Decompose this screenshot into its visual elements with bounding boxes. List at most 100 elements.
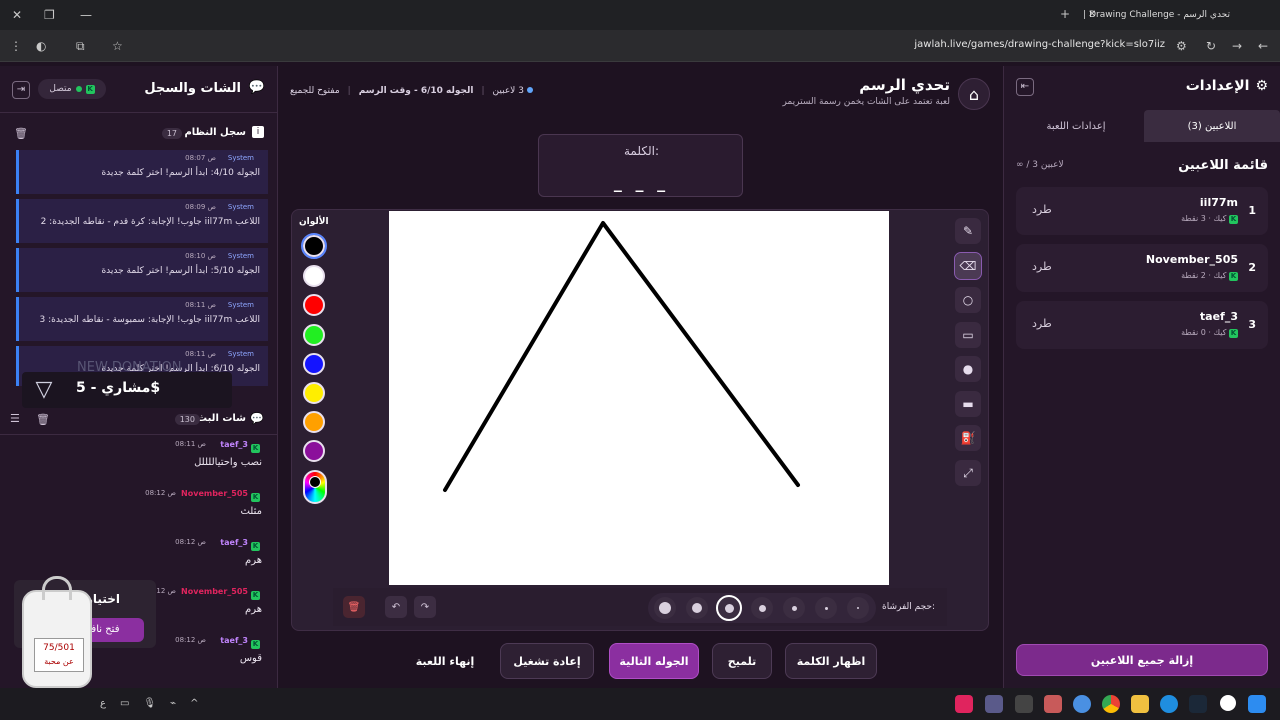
pen-tool-icon[interactable]: ✎ <box>955 218 981 244</box>
custom-color-picker[interactable] <box>303 470 327 504</box>
app-icon[interactable] <box>1044 695 1062 713</box>
color-swatch-white[interactable] <box>303 265 325 287</box>
brush-size-option-selected[interactable] <box>716 595 742 621</box>
brush-size-option[interactable] <box>751 597 773 619</box>
system-log-title: سجل النظام <box>184 127 246 138</box>
rect-outline-tool-icon[interactable]: ▭ <box>955 322 981 348</box>
forward-icon[interactable]: → <box>1232 40 1242 52</box>
app-icon[interactable] <box>1073 695 1091 713</box>
remove-all-players-button[interactable]: إزالة جميع اللاعبين <box>1016 644 1268 676</box>
redo-icon[interactable]: ↷ <box>414 596 436 618</box>
extensions-puzzle-icon[interactable]: ⧉ <box>76 40 85 52</box>
kick-player-button[interactable]: طرد <box>1032 203 1052 216</box>
player-rank: 3 <box>1248 318 1256 331</box>
url-field[interactable]: jawlah.live/games/drawing-challenge?kick… <box>914 39 1165 50</box>
end-game-button[interactable]: إنهاء اللعبة <box>400 643 490 679</box>
chat-username: taef_3 <box>220 636 248 645</box>
tab-game-settings[interactable]: إعدادات اللعبة <box>1008 110 1144 142</box>
brush-size-option[interactable] <box>783 597 805 619</box>
stream-chat-header: ☰ 🗑 💬 شات البث 130 <box>8 410 270 430</box>
fill-bucket-tool-icon[interactable]: ⛽ <box>955 425 981 451</box>
edge-app-icon[interactable] <box>1160 695 1178 713</box>
color-swatch-black[interactable] <box>301 233 327 259</box>
obs-app-icon[interactable] <box>1015 695 1033 713</box>
color-swatch-blue[interactable] <box>303 353 325 375</box>
brush-size-option[interactable] <box>847 597 869 619</box>
status-dot-icon <box>526 87 533 93</box>
message-time: 08:09 ص <box>185 203 216 211</box>
color-swatch-red[interactable] <box>303 294 325 316</box>
player-points: K كيك · 3 نقطة <box>1181 214 1238 224</box>
reload-icon[interactable]: ↻ <box>1206 40 1216 52</box>
trash-icon[interactable]: 🗑 <box>36 413 50 426</box>
message-text: الجوله 5/10: ابدأ الرسم! اختر كلمة جديدة <box>101 266 260 276</box>
chat-message: K November_505 08:12 ص مثلث <box>8 489 270 533</box>
minimize-window-icon[interactable]: — <box>80 9 92 21</box>
app-icon[interactable] <box>985 695 1003 713</box>
player-card: 1 iil77m K كيك · 3 نقطة طرد <box>1016 187 1268 235</box>
line-tool-icon[interactable]: ⤢ <box>955 460 981 486</box>
kick-logo-icon: K <box>251 444 260 453</box>
clear-canvas-icon[interactable]: 🗑 <box>343 596 365 618</box>
restart-button[interactable]: إعادة تشغيل <box>500 643 594 679</box>
browser-tab[interactable]: تحدي الرسم - Drawing Challenge | <box>1040 4 1230 26</box>
chrome-app-icon[interactable] <box>1102 695 1120 713</box>
restore-window-icon[interactable]: ❐ <box>44 9 55 21</box>
tray-up-arrow-icon[interactable]: ^ <box>190 698 198 709</box>
show-word-button[interactable]: اظهار الكلمة <box>785 643 877 679</box>
brush-size-option[interactable] <box>815 597 837 619</box>
brush-size-option[interactable] <box>654 597 676 619</box>
color-swatch-orange[interactable] <box>303 411 325 433</box>
address-bar: ⋮ ◐ ⧉ ☆ jawlah.live/games/drawing-challe… <box>0 30 1280 62</box>
circle-fill-tool-icon[interactable]: ● <box>955 356 981 382</box>
eraser-tool-icon[interactable]: ⌫ <box>954 252 982 280</box>
search-icon[interactable] <box>1220 695 1236 711</box>
windows-start-icon[interactable] <box>1248 695 1266 713</box>
color-swatch-purple[interactable] <box>303 440 325 462</box>
hint-button[interactable]: تلميح <box>712 643 772 679</box>
message-text: قوس <box>239 653 262 664</box>
language-indicator-icon[interactable]: ع <box>100 698 106 709</box>
rect-fill-tool-icon[interactable]: ▬ <box>955 391 981 417</box>
steam-app-icon[interactable] <box>1189 695 1207 713</box>
tiktok-app-icon[interactable] <box>955 695 973 713</box>
message-text: اللاعب iil77m جاوب! الإجابة: سمبوسة - نق… <box>39 315 260 325</box>
collapse-panel-icon[interactable]: ⇤ <box>1016 78 1034 96</box>
collapse-list-icon[interactable]: ☰ <box>10 412 20 425</box>
trash-icon[interactable]: 🗑 <box>14 127 28 140</box>
kick-player-button[interactable]: طرد <box>1032 317 1052 330</box>
circle-outline-tool-icon[interactable]: ○ <box>955 287 981 313</box>
brush-size-option[interactable] <box>686 597 708 619</box>
color-swatch-green[interactable] <box>303 324 325 346</box>
message-time: 08:07 ص <box>185 154 216 162</box>
drawn-stroke <box>443 221 800 492</box>
undo-icon[interactable]: ↶ <box>385 596 407 618</box>
extension-icon[interactable]: ◐ <box>36 40 46 52</box>
kick-logo-icon: K <box>251 542 260 551</box>
message-text: الجوله 4/10: ابدأ الرسم! اختر كلمة جديدة <box>101 168 260 178</box>
close-window-icon[interactable]: ✕ <box>12 9 22 21</box>
stream-chat-count: 130 <box>174 414 200 425</box>
drawing-canvas[interactable] <box>389 211 889 585</box>
network-icon: ⌁ <box>170 698 177 709</box>
current-color-icon <box>309 476 321 488</box>
settings-panel: الإعدادات ⚙ ⇤ إعدادات اللعبة اللاعبين (3… <box>1003 66 1280 688</box>
back-icon[interactable]: ← <box>1258 40 1268 52</box>
tab-players[interactable]: اللاعبين (3) <box>1144 110 1280 142</box>
kick-player-button[interactable]: طرد <box>1032 260 1052 273</box>
browser-tab-bar: ✕ ❐ — + ✕ تحدي الرسم - Drawing Challenge… <box>0 0 1280 30</box>
colors-label: الألوان <box>299 217 329 227</box>
player-name: iil77m <box>1199 196 1238 209</box>
collapse-chat-icon[interactable]: ⇥ <box>12 81 30 99</box>
file-explorer-icon[interactable] <box>1131 695 1149 713</box>
site-settings-icon[interactable]: ⚙ <box>1176 40 1187 52</box>
bookmark-star-icon[interactable]: ☆ <box>112 40 123 52</box>
next-round-button[interactable]: الجوله التالية <box>609 643 699 679</box>
player-points: K كيك · 0 نقطة <box>1181 328 1238 338</box>
menu-icon[interactable]: ⋮ <box>10 40 22 52</box>
system-sender: System <box>227 301 254 309</box>
color-swatch-yellow[interactable] <box>303 382 325 404</box>
divider <box>0 434 278 435</box>
home-icon[interactable]: ⌂ <box>958 78 990 110</box>
players-status: 3 لاعبين <box>493 86 533 96</box>
